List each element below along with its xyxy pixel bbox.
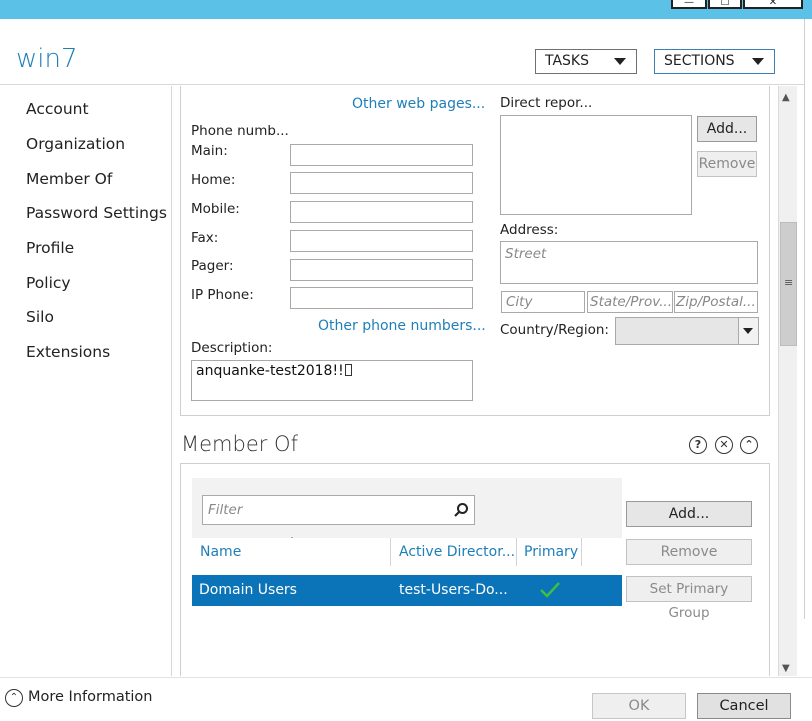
column-header-primary[interactable]: Primary bbox=[524, 544, 578, 560]
vertical-scrollbar[interactable]: ▲ ≡ ▼ bbox=[778, 86, 797, 676]
member-of-grid: Filter Name Active Director... Primary D… bbox=[192, 478, 622, 663]
country-select[interactable] bbox=[615, 317, 759, 345]
tasks-label: TASKS bbox=[545, 53, 589, 69]
ok-button[interactable]: OK bbox=[592, 693, 686, 719]
page-title: win7 bbox=[16, 44, 78, 74]
description-label: Description: bbox=[191, 340, 273, 356]
mobile-phone-field[interactable] bbox=[290, 201, 473, 223]
other-web-pages-link[interactable]: Other web pages... bbox=[352, 96, 485, 112]
chevron-down-icon bbox=[614, 58, 626, 65]
filter-placeholder: Filter bbox=[208, 502, 243, 518]
ip-phone-label: IP Phone: bbox=[191, 287, 254, 303]
home-phone-field[interactable] bbox=[290, 172, 473, 194]
group-name-cell: Domain Users bbox=[199, 582, 297, 598]
cancel-button[interactable]: Cancel bbox=[697, 693, 791, 719]
nav-item-password-settings[interactable]: Password Settings bbox=[26, 204, 167, 222]
tasks-dropdown[interactable]: TASKS bbox=[535, 49, 637, 74]
pager-field[interactable] bbox=[290, 259, 473, 281]
column-separator bbox=[390, 538, 391, 566]
phone-numbers-label: Phone numb... bbox=[191, 123, 289, 139]
maximize-icon: ☐ bbox=[720, 0, 730, 8]
sections-label: SECTIONS bbox=[664, 53, 735, 69]
state-placeholder: State/Prov... bbox=[590, 294, 672, 310]
organization-panel: Other web pages... Phone numb... Main: H… bbox=[180, 86, 770, 416]
nav-item-profile[interactable]: Profile bbox=[26, 239, 74, 257]
fax-field[interactable] bbox=[290, 230, 473, 252]
grip-icon: ≡ bbox=[784, 276, 794, 289]
member-of-panel: Filter Name Active Director... Primary D… bbox=[180, 463, 770, 676]
expand-chevron-up-icon[interactable]: ⌃ bbox=[5, 689, 23, 707]
cursor-glyph bbox=[344, 364, 352, 376]
column-separator bbox=[581, 538, 582, 566]
search-icon bbox=[454, 503, 468, 517]
address-label: Address: bbox=[500, 222, 559, 238]
filter-input[interactable]: Filter bbox=[202, 495, 475, 525]
table-row[interactable]: Domain Users test-Users-Do... bbox=[192, 575, 622, 606]
nav-item-extensions[interactable]: Extensions bbox=[26, 343, 110, 361]
minimize-icon: — bbox=[684, 0, 694, 8]
nav-item-policy[interactable]: Policy bbox=[26, 274, 71, 292]
chevron-down-icon bbox=[752, 58, 764, 65]
more-information-toggle[interactable]: More Information bbox=[28, 689, 153, 705]
minimize-button[interactable]: — bbox=[671, 0, 707, 9]
collapse-chevron-up-icon[interactable]: ⌃ bbox=[740, 436, 758, 454]
column-header-ad-path[interactable]: Active Director... bbox=[399, 544, 515, 560]
scroll-down-icon[interactable]: ▼ bbox=[782, 663, 790, 674]
window-title-bar: — ☐ ✕ bbox=[0, 0, 812, 19]
column-separator bbox=[516, 538, 517, 566]
set-primary-group-button[interactable]: Set Primary Group bbox=[626, 576, 752, 621]
country-label: Country/Region: bbox=[500, 322, 609, 338]
other-phone-numbers-link[interactable]: Other phone numbers... bbox=[318, 318, 486, 334]
column-header-name[interactable]: Name bbox=[200, 544, 241, 560]
scroll-up-icon[interactable]: ▲ bbox=[782, 92, 790, 103]
nav-item-account[interactable]: Account bbox=[26, 100, 89, 118]
direct-reports-list[interactable] bbox=[500, 115, 692, 215]
scroll-thumb[interactable]: ≡ bbox=[780, 222, 797, 346]
sections-dropdown[interactable]: SECTIONS bbox=[654, 49, 775, 74]
chevron-down-icon bbox=[743, 328, 753, 334]
group-path-cell: test-Users-Do... bbox=[399, 582, 508, 598]
pager-label: Pager: bbox=[191, 258, 234, 274]
add-direct-report-button[interactable]: Add... bbox=[697, 116, 757, 142]
close-icon: ✕ bbox=[768, 0, 778, 8]
mobile-phone-label: Mobile: bbox=[191, 201, 240, 217]
checkmark-icon bbox=[540, 582, 560, 598]
close-section-icon[interactable]: ✕ bbox=[715, 436, 733, 454]
description-field[interactable]: anquanke-test2018!! bbox=[191, 360, 473, 401]
ip-phone-field[interactable] bbox=[290, 287, 473, 309]
section-nav: Account Organization Member Of Password … bbox=[0, 86, 172, 676]
add-group-button[interactable]: Add... bbox=[626, 501, 752, 527]
fax-label: Fax: bbox=[191, 230, 219, 246]
nav-item-silo[interactable]: Silo bbox=[26, 308, 54, 326]
window-edge bbox=[804, 19, 812, 619]
nav-item-organization[interactable]: Organization bbox=[26, 135, 125, 153]
dialog-footer: ⌃ More Information OK Cancel bbox=[0, 677, 812, 721]
scroll-content: Other web pages... Phone numb... Main: H… bbox=[173, 86, 778, 676]
help-icon[interactable]: ? bbox=[689, 436, 707, 454]
dialog-header: win7 TASKS SECTIONS bbox=[0, 19, 812, 85]
zip-placeholder: Zip/Postal... bbox=[676, 294, 756, 310]
remove-direct-report-button[interactable]: Remove bbox=[697, 151, 757, 177]
member-of-heading: Member Of bbox=[181, 432, 298, 456]
nav-item-member-of[interactable]: Member Of bbox=[26, 170, 112, 188]
city-placeholder: City bbox=[506, 294, 533, 310]
main-phone-label: Main: bbox=[191, 143, 228, 159]
remove-group-button[interactable]: Remove bbox=[626, 539, 752, 565]
street-placeholder: Street bbox=[505, 246, 547, 262]
maximize-button[interactable]: ☐ bbox=[708, 0, 742, 9]
main-phone-field[interactable] bbox=[290, 144, 473, 166]
home-phone-label: Home: bbox=[191, 172, 236, 188]
direct-reports-label: Direct repor... bbox=[500, 95, 593, 111]
description-value: anquanke-test2018!! bbox=[196, 363, 344, 379]
close-window-button[interactable]: ✕ bbox=[743, 0, 803, 9]
